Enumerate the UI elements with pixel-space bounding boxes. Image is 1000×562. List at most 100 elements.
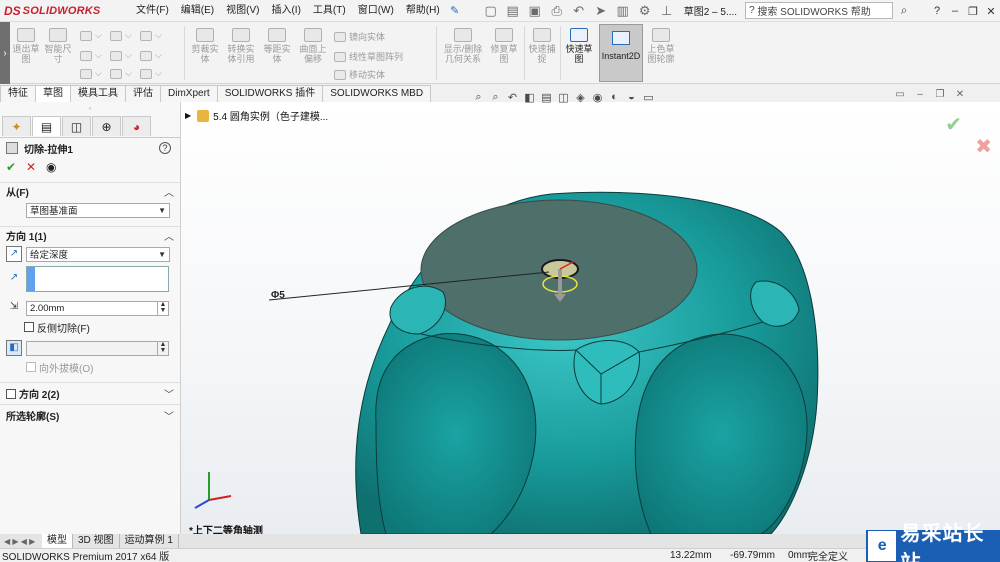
tab-model[interactable]: 模型 xyxy=(42,534,73,548)
viewport-close-icon[interactable]: ✕ xyxy=(950,89,970,100)
ok-check-icon[interactable]: ✔ xyxy=(6,160,26,174)
rebuild-icon[interactable]: ▥ xyxy=(612,1,634,21)
preview-eye-icon[interactable]: ◉ xyxy=(46,160,66,174)
configuration-manager-tab-icon[interactable]: ◫ xyxy=(62,116,91,136)
menu-edit[interactable]: 编辑(E) xyxy=(175,0,220,22)
pin-icon[interactable]: ✎ xyxy=(446,4,464,17)
previous-view-icon[interactable]: ↶ xyxy=(504,89,521,105)
direction-selection-box[interactable] xyxy=(26,266,169,292)
viewport-minimize-icon[interactable]: – xyxy=(910,89,930,100)
offset-entities-button[interactable]: 等距实体 xyxy=(260,28,294,64)
shaded-sketch-contours-button[interactable]: 上色草图轮廓 xyxy=(646,28,676,64)
pushpin-icon[interactable]: ⊥ xyxy=(656,1,678,21)
tab-3d-view[interactable]: 3D 视图 xyxy=(73,534,120,548)
draft-angle-input[interactable]: ▲ ▼ xyxy=(26,340,169,356)
spline-tool[interactable]: ⌵ xyxy=(140,30,162,41)
view-settings-icon[interactable]: ▭ xyxy=(640,89,657,105)
new-document-icon[interactable]: ▢ xyxy=(480,1,502,21)
fillet-tool[interactable]: ⌵ xyxy=(140,68,162,79)
close-icon[interactable]: ✕ xyxy=(982,0,1000,22)
tab-scroll-arrows[interactable]: ◀ ▶ ◀ ▶ xyxy=(0,537,42,546)
draft-icon[interactable]: ◧ xyxy=(6,340,22,356)
display-style-icon[interactable]: ◈ xyxy=(572,89,589,105)
mirror-entities-button[interactable]: 镜向实体 xyxy=(334,30,385,43)
minimize-icon[interactable]: – xyxy=(946,0,964,22)
feature-manager-tab-icon[interactable]: ✦ xyxy=(2,116,31,136)
hide-show-items-icon[interactable]: ◉ xyxy=(589,89,606,105)
spin-arrows-icon[interactable]: ▲ ▼ xyxy=(157,301,168,315)
panel-grip[interactable]: ◦ xyxy=(0,102,180,116)
zoom-to-fit-icon[interactable]: ⌕ xyxy=(470,89,487,105)
dynamic-annotation-icon[interactable]: ▤ xyxy=(538,89,555,105)
undo-icon[interactable]: ↶ xyxy=(568,1,590,21)
slot-tool[interactable]: ⌵ xyxy=(80,68,102,79)
display-relations-button[interactable]: 显示/删除几何关系 xyxy=(440,28,486,64)
direction2-section-header[interactable]: 方向 2(2) ﹀ xyxy=(0,382,180,404)
display-manager-tab-icon[interactable]: ◕ xyxy=(122,116,151,136)
trim-entities-button[interactable]: 剪裁实体 xyxy=(188,28,222,64)
tab-addins[interactable]: SOLIDWORKS 插件 xyxy=(216,85,324,102)
from-section-header[interactable]: 从(F) ︿ xyxy=(0,182,180,200)
options-gear-icon[interactable]: ⚙ xyxy=(634,1,656,21)
viewport-restore-icon[interactable]: ❐ xyxy=(930,89,950,100)
tab-features[interactable]: 特征 xyxy=(0,85,36,102)
instant2d-button[interactable]: Instant2D xyxy=(599,24,643,82)
arc-tool[interactable]: ⌵ xyxy=(110,50,132,61)
depth-input[interactable]: 2.00mm ▲ ▼ xyxy=(26,300,169,316)
menu-window[interactable]: 窗口(W) xyxy=(352,0,400,22)
linear-pattern-button[interactable]: 线性草图阵列 xyxy=(334,50,403,63)
print-icon[interactable]: ⎙ xyxy=(546,1,568,21)
save-icon[interactable]: ▣ xyxy=(524,1,546,21)
line-tool[interactable]: ⌵ xyxy=(80,30,102,41)
section-view-icon[interactable]: ◧ xyxy=(521,89,538,105)
ellipse-tool[interactable]: ⌵ xyxy=(140,50,162,61)
property-manager-tab-icon[interactable]: ▤ xyxy=(32,116,61,136)
end-condition-select[interactable]: 给定深度 ▼ xyxy=(26,246,170,262)
menu-view[interactable]: 视图(V) xyxy=(220,0,265,22)
repair-sketch-button[interactable]: 修复草图 xyxy=(488,28,520,64)
direction2-checkbox[interactable]: 方向 2(2) xyxy=(6,386,60,401)
tab-dimxpert[interactable]: DimXpert xyxy=(160,85,218,102)
polygon-tool[interactable]: ⌵ xyxy=(110,68,132,79)
cancel-x-icon[interactable]: ✕ xyxy=(26,160,46,174)
quick-snaps-button[interactable]: 快速捕捉 xyxy=(526,28,558,64)
menu-tools[interactable]: 工具(T) xyxy=(307,0,352,22)
diameter-dimension[interactable]: Φ5 xyxy=(271,290,285,301)
tab-motion-study[interactable]: 运动算例 1 xyxy=(120,534,179,548)
solidworks-logo[interactable]: DS SOLIDWORKS xyxy=(0,0,128,22)
smart-dimension-button[interactable]: 智能尺寸 xyxy=(42,28,74,64)
reverse-direction-icon[interactable]: ↗ xyxy=(6,246,22,262)
rapid-sketch-button[interactable]: 快速草图 xyxy=(562,28,596,64)
help-button[interactable]: ? xyxy=(159,142,171,154)
ribbon-expand-tab[interactable]: › xyxy=(0,22,10,84)
flip-side-checkbox[interactable]: 反侧切除(F) xyxy=(24,320,90,335)
select-icon[interactable]: ➤ xyxy=(590,1,612,21)
offset-on-surface-button[interactable]: 曲面上偏移 xyxy=(296,28,330,64)
direction1-section-header[interactable]: 方向 1(1) ︿ xyxy=(0,226,180,244)
apply-scene-icon[interactable]: ◒ xyxy=(623,89,640,105)
convert-entities-button[interactable]: 转换实体引用 xyxy=(224,28,258,64)
circle-tool[interactable]: ⌵ xyxy=(110,30,132,41)
menu-file[interactable]: 文件(F) xyxy=(130,0,175,22)
open-icon[interactable]: ▤ xyxy=(502,1,524,21)
draft-outward-checkbox[interactable]: 向外拔模(O) xyxy=(26,360,93,375)
spin-arrows-icon[interactable]: ▲ ▼ xyxy=(157,341,168,355)
tab-sketch[interactable]: 草图 xyxy=(35,85,71,102)
help-icon[interactable]: ? xyxy=(928,0,946,22)
exit-sketch-button[interactable]: 退出草图 xyxy=(12,28,40,64)
selected-contours-section-header[interactable]: 所选轮廓(S) ﹀ xyxy=(0,404,180,426)
restore-icon[interactable]: ❐ xyxy=(964,0,982,22)
rectangle-tool[interactable]: ⌵ xyxy=(80,50,102,61)
tab-mold-tools[interactable]: 模具工具 xyxy=(70,85,126,102)
menu-insert[interactable]: 插入(I) xyxy=(265,0,306,22)
from-select[interactable]: 草图基准面 ▼ xyxy=(26,202,170,218)
tile-view-icon[interactable]: ▭ xyxy=(890,89,910,100)
graphics-area[interactable]: ▶ 5.4 圆角实例（色子建模... ✔ ✖ Φ5 *上下二等角轴测 xyxy=(181,102,1000,534)
zoom-to-area-icon[interactable]: ⌕ xyxy=(487,89,504,105)
move-entities-button[interactable]: 移动实体 xyxy=(334,68,385,81)
help-search-input[interactable]: ? 搜索 SOLIDWORKS 帮助 xyxy=(745,2,894,19)
view-orientation-icon[interactable]: ◫ xyxy=(555,89,572,105)
search-icon[interactable]: ⌕ xyxy=(895,3,913,18)
menu-help[interactable]: 帮助(H) xyxy=(400,0,446,22)
dimxpert-manager-tab-icon[interactable]: ⊕ xyxy=(92,116,121,136)
